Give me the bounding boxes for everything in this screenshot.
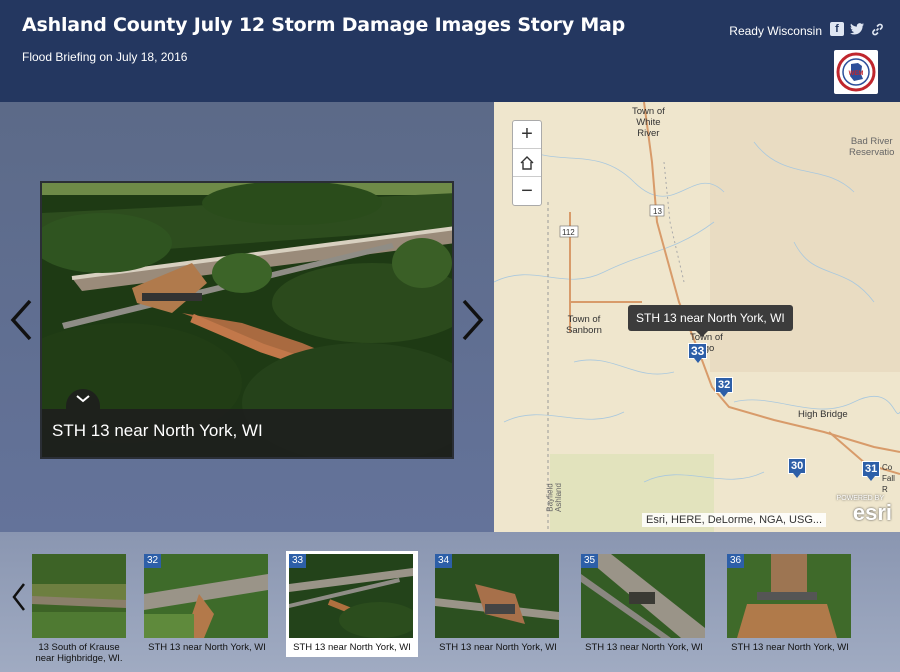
thumbnail-image: 33	[289, 554, 413, 638]
map-marker-31[interactable]: 31	[862, 461, 881, 481]
thumbnail-number-badge: 33	[289, 554, 307, 568]
facebook-icon[interactable]: f	[830, 22, 844, 36]
map-label-high-bridge: High Bridge	[798, 409, 848, 420]
photo-caption: STH 13 near North York, WI	[52, 421, 263, 440]
thumbnail-item[interactable]: 36 STH 13 near North York, WI	[727, 554, 853, 653]
svg-text:WEM: WEM	[849, 71, 864, 77]
social-share: f	[830, 22, 884, 36]
map-label-white-river: Town of White River	[632, 106, 665, 139]
map-label-co: Co Fall R	[882, 463, 895, 494]
zoom-in-button[interactable]: +	[513, 121, 541, 149]
thumbnail-label: STH 13 near North York, WI	[148, 642, 266, 653]
caption-bar: STH 13 near North York, WI	[42, 389, 452, 457]
map-marker-32[interactable]: 32	[715, 377, 734, 397]
thumbnail-image: 35	[581, 554, 705, 638]
thumbnail-item-active[interactable]: 33 STH 13 near North York, WI	[286, 551, 418, 657]
thumbnail-image: 34	[435, 554, 559, 638]
thumbnail-image	[32, 554, 126, 638]
next-arrow-button[interactable]	[458, 295, 488, 345]
thumbnail-image: 36	[727, 554, 851, 638]
chevron-down-icon	[76, 395, 90, 403]
previous-arrow-button[interactable]	[6, 295, 36, 345]
thumbnail-label: STH 13 near North York, WI	[731, 642, 849, 653]
thumbnail-label: 13 South of Krause near Highbridge, WI.	[35, 642, 123, 664]
thumbnail-number-badge: 35	[581, 554, 599, 568]
link-icon[interactable]	[870, 22, 884, 36]
thumbnail-strip: 13 South of Krause near Highbridge, WI. …	[0, 532, 900, 672]
thumbnail-label: STH 13 near North York, WI	[439, 642, 557, 653]
map-label-bad-river: Bad River Reservatio	[849, 136, 895, 158]
thumbnail-item[interactable]: 13 South of Krause near Highbridge, WI.	[32, 554, 158, 664]
page-subtitle: Flood Briefing on July 18, 2016	[22, 50, 188, 64]
page-title: Ashland County July 12 Storm Damage Imag…	[22, 14, 626, 36]
zoom-out-button[interactable]: −	[513, 177, 541, 205]
map-marker-30[interactable]: 30	[788, 458, 807, 478]
header: Ashland County July 12 Storm Damage Imag…	[0, 0, 900, 102]
zoom-controls: + −	[512, 120, 542, 206]
map-pane[interactable]: + − Town of White River Bad River Reserv…	[494, 102, 900, 532]
map-marker-33[interactable]: 33	[688, 343, 708, 363]
map-label-sanborn: Town of Sanborn	[566, 314, 602, 336]
thumbnail-number-badge: 34	[435, 554, 453, 568]
map-label-ashland: Ashland	[553, 483, 563, 512]
esri-logo: esri	[852, 500, 892, 525]
route-112-shield: 112	[562, 228, 575, 237]
photo-pane: STH 13 near North York, WI	[0, 102, 494, 532]
thumbnail-number-badge: 36	[727, 554, 745, 568]
map-attribution[interactable]: Esri, HERE, DeLorme, NGA, USG...	[642, 513, 827, 527]
thumbnail-item[interactable]: 35 STH 13 near North York, WI	[581, 554, 707, 653]
thumbnail-image: 32	[144, 554, 268, 638]
home-icon	[520, 155, 534, 170]
map-tooltip: STH 13 near North York, WI	[628, 305, 793, 337]
thumbnail-item[interactable]: 32 STH 13 near North York, WI	[144, 554, 270, 653]
thumbnail-number-badge: 32	[144, 554, 162, 568]
brand-link[interactable]: Ready Wisconsin	[729, 24, 822, 38]
thumbnail-label: STH 13 near North York, WI	[293, 642, 411, 653]
home-button[interactable]	[513, 149, 541, 177]
main-photo[interactable]: STH 13 near North York, WI	[40, 181, 454, 459]
thumbnail-label: STH 13 near North York, WI	[585, 642, 703, 653]
wem-logo: WEM	[834, 50, 878, 94]
strip-previous-button[interactable]	[4, 577, 34, 617]
twitter-icon[interactable]	[850, 22, 864, 36]
route-13-shield: 13	[653, 207, 662, 216]
thumbnail-item[interactable]: 34 STH 13 near North York, WI	[435, 554, 561, 653]
